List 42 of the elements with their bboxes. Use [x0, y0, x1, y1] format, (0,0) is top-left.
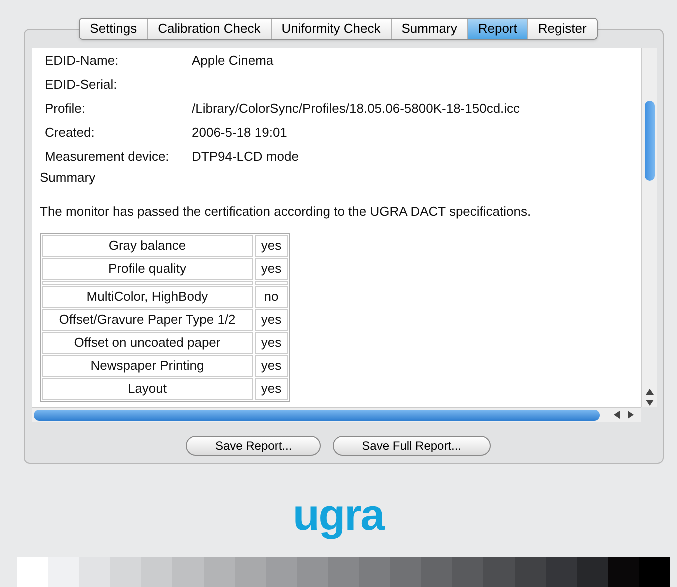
table-cell: yes	[255, 235, 288, 257]
field-value: DTP94-LCD mode	[192, 148, 299, 166]
table-cell: Profile quality	[42, 258, 253, 280]
down-arrow-icon[interactable]	[646, 400, 654, 406]
table-cell: yes	[255, 355, 288, 377]
table-cell: yes	[255, 378, 288, 400]
up-arrow-icon[interactable]	[646, 389, 654, 395]
table-cell: no	[255, 286, 288, 308]
table-cell: MultiColor, HighBody	[42, 286, 253, 308]
field-label: Measurement device:	[45, 148, 170, 166]
horizontal-scrollbar[interactable]	[32, 407, 641, 422]
table-cell: yes	[255, 332, 288, 354]
statement-text: The monitor has passed the certification according to the UGRA DACT specifications.	[40, 202, 532, 221]
field-label: Profile:	[45, 100, 86, 118]
save-button[interactable]: Save Full Report...	[333, 436, 491, 456]
field-value: /Library/ColorSync/Profiles/18.05.06-5800K-18-150cd.icc	[192, 100, 520, 118]
section-heading: Summary	[40, 169, 97, 187]
logo: ugra	[293, 492, 384, 540]
field-label: EDID-Name:	[45, 52, 120, 70]
field-value: Apple Cinema	[192, 52, 274, 70]
tab[interactable]: Summary	[390, 19, 468, 39]
tab[interactable]: Register	[527, 19, 597, 39]
tab[interactable]: Calibration Check	[147, 19, 271, 39]
right-arrow-icon[interactable]	[628, 411, 634, 419]
tab[interactable]: Uniformity Check	[270, 19, 391, 39]
field-label: Created:	[45, 124, 96, 142]
left-arrow-icon[interactable]	[614, 411, 620, 419]
scroll-thumb[interactable]	[645, 101, 655, 181]
scroll-thumb[interactable]	[34, 410, 600, 420]
table-cell: Layout	[42, 378, 253, 400]
table-cell: Gray balance	[42, 235, 253, 257]
tab[interactable]: Report	[467, 19, 528, 39]
table-cell: Newspaper Printing	[42, 355, 253, 377]
table-cell: Offset/Gravure Paper Type 1/2	[42, 309, 253, 331]
tab[interactable]: Settings	[80, 19, 148, 39]
table-cell: yes	[255, 309, 288, 331]
field-value: 2006-5-18 19:01	[192, 124, 288, 142]
table-cell: yes	[255, 258, 288, 280]
save-button[interactable]: Save Report...	[186, 436, 322, 456]
table-cell: Offset on uncoated paper	[42, 332, 253, 354]
field-label: EDID-Serial:	[45, 76, 118, 94]
vertical-scrollbar[interactable]	[641, 48, 657, 407]
